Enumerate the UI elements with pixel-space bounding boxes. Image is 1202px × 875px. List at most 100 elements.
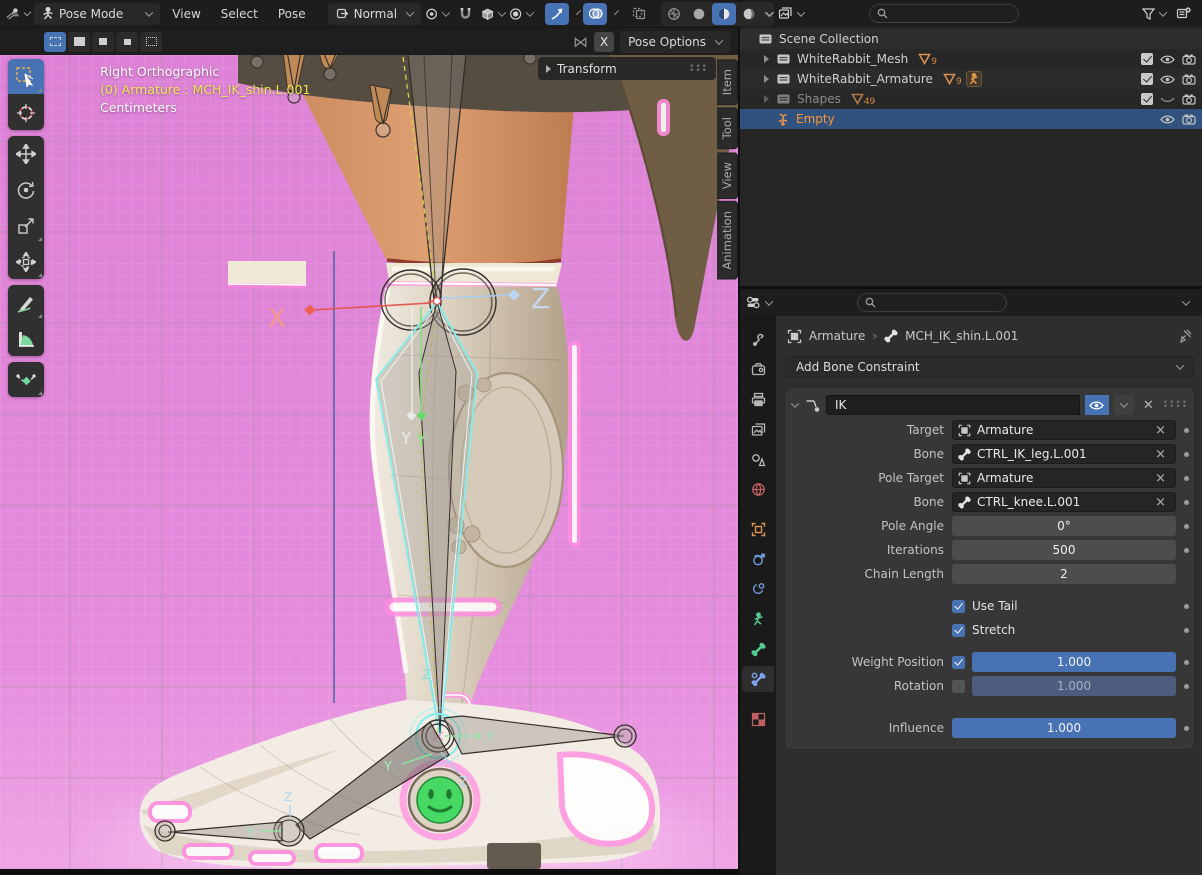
tab-output-properties[interactable] — [742, 386, 774, 412]
eye-icon[interactable] — [1160, 74, 1175, 85]
tab-bone-constraint-properties[interactable] — [742, 666, 774, 692]
editor-divider[interactable] — [0, 869, 738, 875]
tab-render-properties[interactable] — [742, 356, 774, 382]
rotation-checkbox[interactable] — [952, 680, 965, 693]
breadcrumb-bone[interactable]: MCH_IK_shin.L.001 — [905, 329, 1018, 343]
tab-object-constraint-properties[interactable] — [742, 576, 774, 602]
drag-grip-icon[interactable]: •••••••• — [1163, 401, 1188, 409]
proportional-editing-dropdown[interactable] — [509, 3, 533, 25]
pose-breakdowner-tool[interactable] — [8, 362, 44, 397]
properties-options-dropdown[interactable] — [1172, 292, 1196, 314]
scale-tool[interactable] — [8, 208, 44, 243]
tab-bone-properties[interactable] — [742, 636, 774, 662]
pose-mirror-icon[interactable]: ⋈ — [573, 33, 588, 51]
selectability-checkbox[interactable] — [1141, 93, 1153, 105]
clear-icon[interactable]: × — [1151, 496, 1170, 509]
animate-dot[interactable] — [1184, 500, 1189, 505]
tab-texture-properties[interactable] — [742, 706, 774, 732]
tab-scene-properties[interactable] — [742, 446, 774, 472]
pole-target-field[interactable]: Armature × — [952, 468, 1176, 488]
expand-arrow-icon[interactable] — [760, 95, 772, 103]
animate-dot[interactable] — [1184, 428, 1189, 433]
constraint-enable-toggle[interactable] — [1085, 395, 1109, 415]
pose-options-dropdown[interactable]: Pose Options — [620, 31, 730, 53]
animate-dot[interactable] — [1184, 548, 1189, 553]
shading-rendered-button[interactable] — [737, 3, 761, 25]
eye-icon[interactable] — [1160, 54, 1175, 65]
weight-position-checkbox[interactable] — [952, 656, 965, 669]
tab-tool[interactable]: Tool — [717, 107, 738, 149]
outliner-row-shapes[interactable]: Shapes 49 — [740, 89, 1202, 109]
iterations-field[interactable]: 500 — [952, 540, 1176, 560]
select-extend-button[interactable] — [68, 32, 90, 52]
viewport-canvas[interactable]: X Z Y Y — [0, 55, 738, 875]
camera-icon[interactable] — [1182, 113, 1196, 125]
properties-search-input[interactable] — [857, 293, 1007, 312]
transform-orientation-dropdown[interactable]: Normal — [328, 3, 421, 25]
weight-position-slider[interactable]: 1.000 — [972, 652, 1176, 672]
rotate-tool[interactable] — [8, 172, 44, 207]
animate-dot[interactable] — [1184, 726, 1189, 731]
clear-icon[interactable]: × — [1151, 424, 1170, 437]
select-invert-button[interactable] — [116, 32, 138, 52]
menu-pose[interactable]: Pose — [270, 3, 314, 25]
constraint-name-field[interactable]: IK — [826, 395, 1080, 415]
gizmos-toggle[interactable] — [545, 3, 569, 25]
snap-target-dropdown[interactable] — [481, 3, 505, 25]
add-bone-constraint-button[interactable]: Add Bone Constraint — [785, 356, 1194, 378]
animate-dot[interactable] — [1184, 660, 1189, 665]
pivot-point-dropdown[interactable] — [425, 3, 449, 25]
breadcrumb-object[interactable]: Armature — [809, 329, 865, 343]
tab-object-properties[interactable] — [742, 516, 774, 542]
move-tool[interactable] — [8, 136, 44, 171]
tab-item[interactable]: Item — [717, 59, 738, 105]
tab-view[interactable]: View — [717, 152, 738, 199]
mirror-x-button[interactable]: X — [594, 32, 614, 52]
select-intersect-button[interactable] — [140, 32, 162, 52]
collapse-arrow-icon[interactable] — [791, 399, 799, 407]
animate-dot[interactable] — [1184, 684, 1189, 689]
expand-arrow-icon[interactable] — [760, 75, 772, 83]
rotation-slider[interactable]: 1.000 — [972, 676, 1176, 696]
annotate-tool[interactable] — [8, 285, 44, 320]
expand-arrow-icon[interactable] — [760, 55, 772, 63]
tab-viewlayer-properties[interactable] — [742, 416, 774, 442]
overlays-toggle[interactable] — [583, 3, 607, 25]
animate-dot[interactable] — [1184, 524, 1189, 529]
menu-select[interactable]: Select — [213, 3, 266, 25]
new-collection-button[interactable] — [1172, 3, 1196, 25]
editor-type-button[interactable] — [6, 3, 30, 25]
constraint-extras-dropdown[interactable] — [1114, 395, 1134, 415]
shading-material-button[interactable] — [712, 3, 736, 25]
animate-dot[interactable] — [1184, 476, 1189, 481]
filter-dropdown[interactable] — [1142, 3, 1166, 25]
chain-length-field[interactable]: 2 — [952, 564, 1176, 584]
bone-field[interactable]: CTRL_IK_leg.L.001 × — [952, 444, 1176, 464]
xray-toggle[interactable] — [627, 3, 651, 25]
target-field[interactable]: Armature × — [952, 420, 1176, 440]
eye-closed-icon[interactable] — [1160, 94, 1175, 105]
pin-icon[interactable] — [1179, 329, 1192, 343]
pole-bone-field[interactable]: CTRL_knee.L.001 × — [952, 492, 1176, 512]
eye-icon[interactable] — [1160, 114, 1175, 125]
viewport-scene[interactable]: X Z Y Y — [0, 55, 738, 875]
transform-tool[interactable] — [8, 244, 44, 279]
select-box-tool[interactable] — [8, 59, 44, 94]
outliner-row-whiterabbit-armature[interactable]: WhiteRabbit_Armature 9 — [740, 69, 1202, 89]
selectability-checkbox[interactable] — [1141, 73, 1153, 85]
transform-panel-collapsed[interactable]: Transform •••••• — [538, 57, 716, 80]
pole-angle-field[interactable]: 0° — [952, 516, 1176, 536]
outliner-search-input[interactable] — [869, 4, 1019, 23]
menu-view[interactable]: View — [164, 3, 208, 25]
delete-constraint-button[interactable]: ✕ — [1139, 399, 1158, 412]
display-mode-dropdown[interactable] — [778, 3, 804, 25]
outliner-row-empty[interactable]: Empty — [740, 109, 1202, 129]
tab-object-data-properties[interactable] — [742, 606, 774, 632]
animate-dot[interactable] — [1184, 452, 1189, 457]
clear-icon[interactable]: × — [1151, 472, 1170, 485]
camera-icon[interactable] — [1182, 93, 1196, 105]
influence-slider[interactable]: 1.000 — [952, 718, 1176, 738]
select-set-button[interactable] — [44, 32, 66, 52]
animate-dot[interactable] — [1184, 604, 1189, 609]
shading-wireframe-button[interactable] — [662, 3, 686, 25]
